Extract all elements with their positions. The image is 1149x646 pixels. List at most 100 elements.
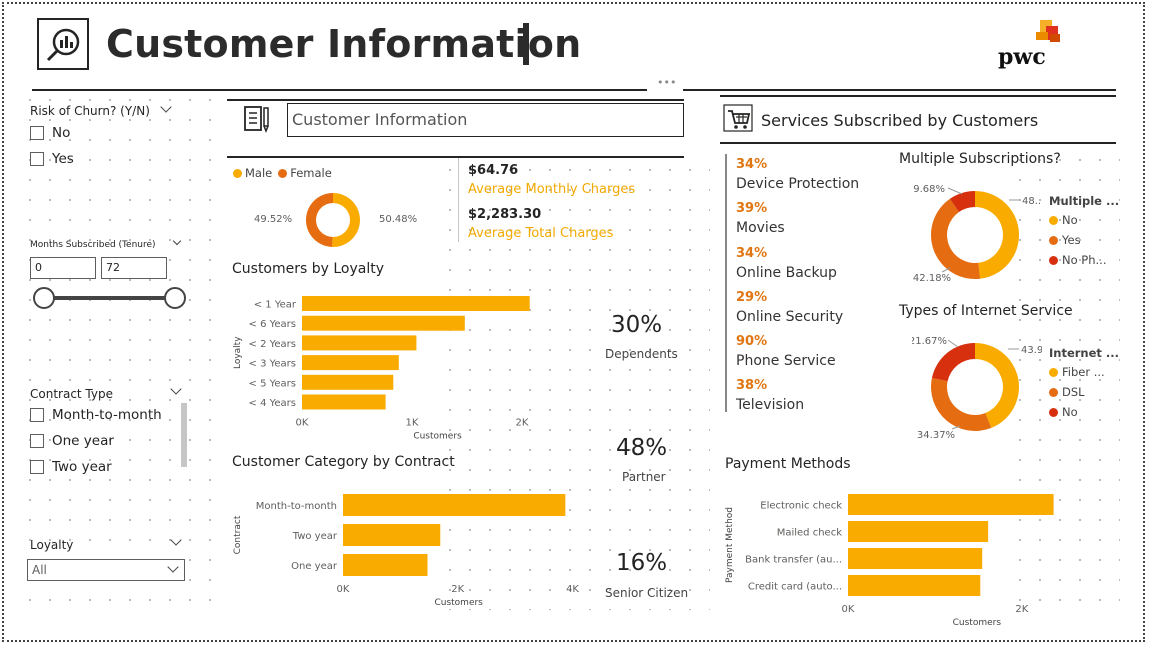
checkbox[interactable] bbox=[30, 460, 44, 474]
checkbox-label: Month-to-month bbox=[52, 407, 162, 423]
kpi-senior-label: Senior Citizen bbox=[605, 586, 689, 600]
header-divider bbox=[32, 89, 647, 91]
pen-paper-icon bbox=[242, 104, 272, 134]
internet-service-title: Types of Internet Service bbox=[899, 303, 1073, 319]
category-label: < 6 Years bbox=[249, 319, 296, 330]
legend-item: Yes bbox=[1049, 233, 1119, 247]
tenure-slider-max-handle[interactable] bbox=[164, 287, 186, 309]
avg-total-label: Average Total Charges bbox=[468, 226, 614, 241]
y-axis-title: Payment Method bbox=[725, 507, 735, 583]
x-axis-title: Customers bbox=[413, 432, 462, 442]
legend-item: DSL bbox=[1049, 385, 1119, 399]
x-axis-title: Customers bbox=[953, 618, 1002, 628]
loyalty-bar-chart[interactable]: < 1 Year < 6 Years < 2 Years < 3 Years < 5 Y… bbox=[228, 285, 568, 450]
contract-option-two-year[interactable]: Two year bbox=[30, 459, 112, 475]
title-accent-bar bbox=[523, 23, 529, 65]
service-pct: 29% bbox=[736, 290, 768, 305]
checkbox[interactable] bbox=[30, 152, 44, 166]
category-label: < 1 Year bbox=[254, 300, 297, 311]
legend-label: No bbox=[1062, 213, 1078, 227]
contract-option-one-year[interactable]: One year bbox=[30, 433, 114, 449]
tenure-filter-title: Months Subscribed (Tenure) bbox=[30, 240, 156, 250]
category-label: < 5 Years bbox=[249, 378, 296, 389]
donut-slice bbox=[931, 198, 981, 279]
section-divider bbox=[720, 95, 1116, 97]
legend-title: Internet ... bbox=[1049, 346, 1120, 360]
checkbox-label: Two year bbox=[52, 459, 112, 475]
legend-dot bbox=[1049, 367, 1058, 377]
leader-line bbox=[947, 187, 963, 195]
internet-service-donut-chart[interactable]: 43.9... 34.37% 21.67% bbox=[912, 331, 1042, 441]
kpi-partner-value: 48% bbox=[616, 435, 668, 461]
tenure-slider-track[interactable] bbox=[44, 296, 176, 300]
section-divider bbox=[720, 142, 1116, 144]
slice-data-label: 21.67% bbox=[912, 336, 947, 347]
legend-item: Fiber ... bbox=[1049, 365, 1119, 379]
churn-option-no[interactable]: No bbox=[30, 125, 70, 141]
kpi-dependents-value: 30% bbox=[611, 312, 663, 338]
services-divider bbox=[725, 154, 727, 412]
legend-item: No bbox=[1049, 405, 1119, 419]
category-label: < 2 Years bbox=[249, 339, 296, 350]
category-label: Month-to-month bbox=[256, 501, 337, 512]
checkbox-label: One year bbox=[52, 433, 114, 449]
legend-dot bbox=[1049, 255, 1058, 265]
loyalty-filter-title: Loyalty bbox=[30, 538, 74, 552]
donut-slice bbox=[931, 343, 975, 382]
service-name: Movies bbox=[736, 220, 785, 236]
legend-label: Yes bbox=[1062, 233, 1081, 247]
service-pct: 90% bbox=[736, 334, 768, 349]
header-divider bbox=[683, 89, 1116, 91]
contract-option-month[interactable]: Month-to-month bbox=[30, 407, 162, 423]
legend-label: Fiber ... bbox=[1062, 365, 1105, 379]
x-tick-label: 0K bbox=[337, 584, 350, 595]
multiple-subs-legend: Multiple ... No Yes No Ph... bbox=[1049, 194, 1119, 267]
kpi-dependents-label: Dependents bbox=[605, 347, 678, 361]
legend-title: Multiple ... bbox=[1049, 194, 1120, 208]
gender-donut-chart[interactable] bbox=[296, 189, 368, 251]
checkbox[interactable] bbox=[30, 408, 44, 422]
checkbox[interactable] bbox=[30, 126, 44, 140]
churn-option-yes[interactable]: Yes bbox=[30, 151, 74, 167]
x-tick-label: 1K bbox=[406, 418, 419, 429]
contract-filter-title: Contract Type bbox=[30, 387, 113, 401]
tenure-max-input[interactable]: 72 bbox=[101, 257, 167, 279]
shopping-cart-icon bbox=[723, 104, 753, 132]
gender-legend: Male Female bbox=[233, 166, 332, 180]
bar bbox=[848, 494, 1054, 515]
section-divider bbox=[227, 156, 684, 158]
slice-data-label: 42.18% bbox=[913, 273, 951, 284]
gender-label-left: 49.52% bbox=[254, 214, 293, 225]
donut-slice bbox=[975, 191, 1019, 279]
pwc-logo bbox=[1024, 20, 1064, 46]
payment-chart-title: Payment Methods bbox=[725, 456, 851, 472]
category-label: Credit card (auto... bbox=[748, 582, 842, 593]
x-tick-label: 2K bbox=[1015, 604, 1028, 615]
service-pct: 34% bbox=[736, 157, 768, 172]
x-tick-label: 2K bbox=[516, 418, 529, 429]
tenure-slider-min-handle[interactable] bbox=[33, 287, 55, 309]
multiple-subs-donut-chart[interactable]: 48.... 42.18% 9.68% bbox=[912, 178, 1042, 288]
loyalty-dropdown-value: All bbox=[32, 563, 47, 577]
legend-item: No bbox=[1049, 213, 1119, 227]
more-options-button[interactable]: ••• bbox=[657, 76, 676, 89]
legend-label: DSL bbox=[1062, 385, 1085, 399]
x-tick-label: 0K bbox=[842, 604, 855, 615]
legend-dot bbox=[233, 168, 242, 178]
payment-bar-chart[interactable]: Electronic check Mailed check Bank transfe… bbox=[720, 485, 1120, 641]
contract-list-scrollbar[interactable] bbox=[181, 403, 187, 467]
contract-bar-chart[interactable]: Month-to-month Two year One year 0K 2K 4K Cust… bbox=[228, 485, 598, 620]
checkbox-label: Yes bbox=[52, 151, 74, 167]
legend-dot bbox=[278, 168, 288, 178]
section-divider bbox=[227, 99, 684, 101]
checkbox[interactable] bbox=[30, 434, 44, 448]
contract-chart-title: Customer Category by Contract bbox=[232, 454, 455, 470]
loyalty-dropdown[interactable]: All bbox=[27, 559, 185, 581]
tenure-min-input[interactable]: 0 bbox=[30, 257, 96, 279]
loyalty-chart-title: Customers by Loyalty bbox=[232, 261, 385, 277]
service-pct: 38% bbox=[736, 378, 768, 393]
churn-filter-title: Risk of Churn? (Y/N) bbox=[30, 104, 150, 118]
x-tick-label: 4K bbox=[566, 584, 579, 595]
card-divider bbox=[458, 158, 459, 242]
leader-line bbox=[947, 339, 959, 348]
